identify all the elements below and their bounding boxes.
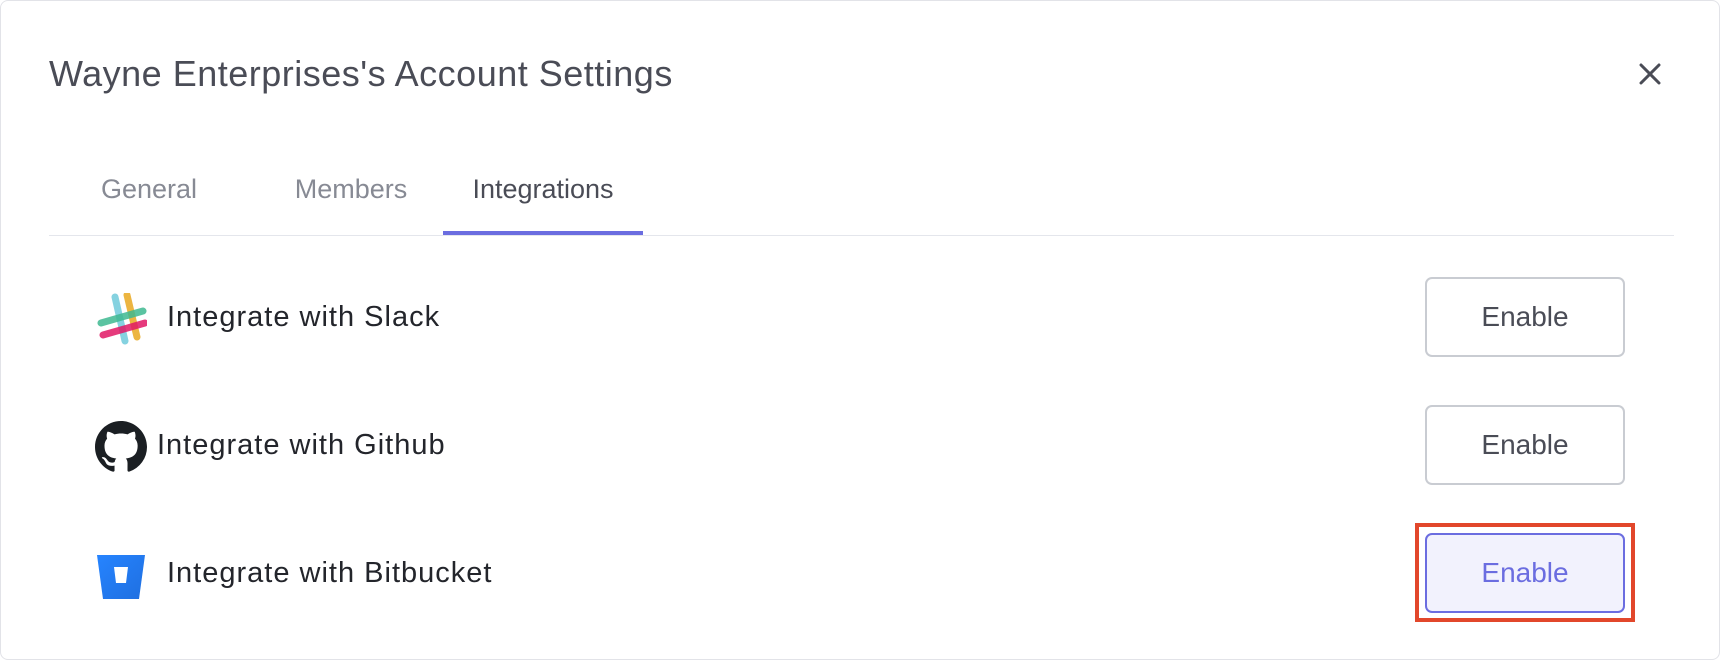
account-settings-dialog: Wayne Enterprises's Account Settings Gen… [0, 0, 1720, 660]
integration-label-github: Integrate with Github [157, 429, 446, 461]
enable-slack-button[interactable]: Enable [1425, 277, 1625, 357]
integration-label-bitbucket: Integrate with Bitbucket [167, 557, 493, 589]
github-icon [95, 421, 147, 472]
tab-general[interactable]: General [97, 151, 201, 235]
enable-github-button[interactable]: Enable [1425, 405, 1625, 485]
settings-tabs: General Members Integrations [49, 151, 1674, 236]
integration-label-slack: Integrate with Slack [167, 301, 441, 333]
enable-bitbucket-button[interactable]: Enable [1425, 533, 1625, 613]
bitbucket-icon [97, 555, 145, 599]
integration-row-github: Integrate with Github Enable [1, 405, 1719, 485]
integration-row-slack: Integrate with Slack Enable [1, 277, 1719, 357]
dialog-title: Wayne Enterprises's Account Settings [49, 53, 673, 94]
close-icon [1639, 63, 1661, 85]
slack-icon [97, 293, 147, 345]
close-button[interactable] [1633, 57, 1667, 91]
tab-integrations[interactable]: Integrations [443, 151, 643, 235]
tab-members[interactable]: Members [285, 151, 417, 235]
integration-row-bitbucket: Integrate with Bitbucket Enable [1, 533, 1719, 613]
